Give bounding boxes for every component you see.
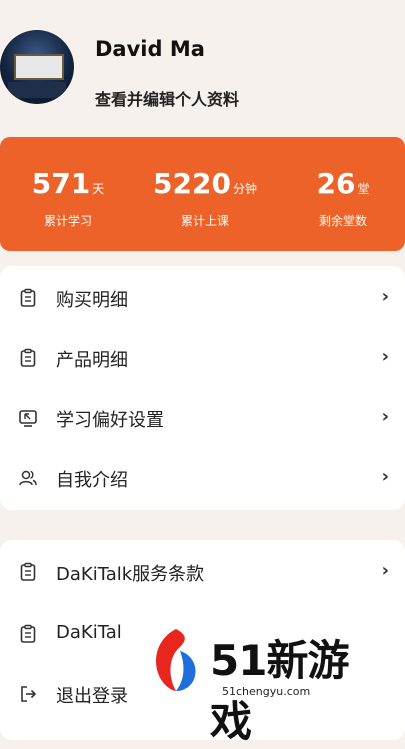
stats-banner: 571 天 累计学习 5220 分钟 累计上课 26 堂 剩余堂数	[0, 137, 405, 251]
logout-icon	[21, 686, 37, 702]
menu-item-label: 自我介绍	[56, 470, 128, 491]
clipboard-icon	[20, 288, 36, 307]
stat-remaining-classes: 26 堂 剩余堂数	[295, 167, 391, 229]
menu-item-label: DaKiTalk服务条款	[56, 564, 205, 585]
monitor-cursor-icon	[19, 410, 37, 427]
avatar[interactable]	[0, 30, 74, 104]
chevron-right-icon: ›	[381, 406, 389, 427]
stat-study-days: 571 天 累计学习	[20, 167, 116, 229]
watermark-url: 51chengyu.com	[222, 685, 311, 698]
brand-logo-icon	[156, 629, 196, 691]
stat-value: 26	[316, 167, 356, 200]
menu-item-label: 购买明细	[56, 290, 128, 311]
stat-label: 剩余堂数	[318, 214, 367, 228]
user-name: David Ma	[95, 37, 205, 61]
stat-class-minutes: 5220 分钟 累计上课	[145, 167, 265, 229]
profile-header[interactable]: David Ma 查看并编辑个人资料	[0, 0, 405, 135]
stat-unit: 分钟	[232, 182, 257, 196]
users-icon	[19, 470, 37, 486]
stat-value: 5220	[153, 167, 231, 200]
edit-profile-link[interactable]: 查看并编辑个人资料	[95, 86, 239, 110]
chevron-right-icon: ›	[381, 286, 389, 307]
clipboard-icon	[20, 348, 36, 367]
clipboard-icon	[20, 624, 36, 643]
chevron-right-icon: ›	[381, 346, 389, 367]
menu-item-learning-preferences[interactable]: 学习偏好设置 ›	[0, 388, 405, 448]
stat-value: 571	[31, 167, 91, 200]
stat-label: 累计上课	[180, 214, 229, 228]
menu-card-primary: 购买明细 › 产品明细 › 学习偏好设置 › 自我介绍 ›	[0, 266, 405, 510]
clipboard-icon	[20, 562, 36, 581]
avatar-image	[14, 54, 64, 80]
stat-unit: 天	[92, 182, 105, 196]
chevron-right-icon: ›	[381, 560, 389, 581]
menu-item-product-details[interactable]: 产品明细 ›	[0, 328, 405, 388]
site-watermark: 51新游戏 51chengyu.com	[150, 625, 385, 746]
menu-item-label: DaKiTal	[56, 622, 122, 643]
stat-unit: 堂	[357, 182, 370, 196]
menu-item-label: 学习偏好设置	[56, 410, 164, 431]
menu-item-terms-of-service[interactable]: DaKiTalk服务条款 ›	[0, 542, 405, 602]
menu-item-label: 产品明细	[56, 350, 128, 371]
stat-label: 累计学习	[43, 214, 92, 228]
chevron-right-icon: ›	[381, 466, 389, 487]
menu-item-self-introduction[interactable]: 自我介绍 ›	[0, 448, 405, 508]
menu-item-purchase-details[interactable]: 购买明细 ›	[0, 268, 405, 328]
menu-item-label: 退出登录	[56, 686, 128, 707]
